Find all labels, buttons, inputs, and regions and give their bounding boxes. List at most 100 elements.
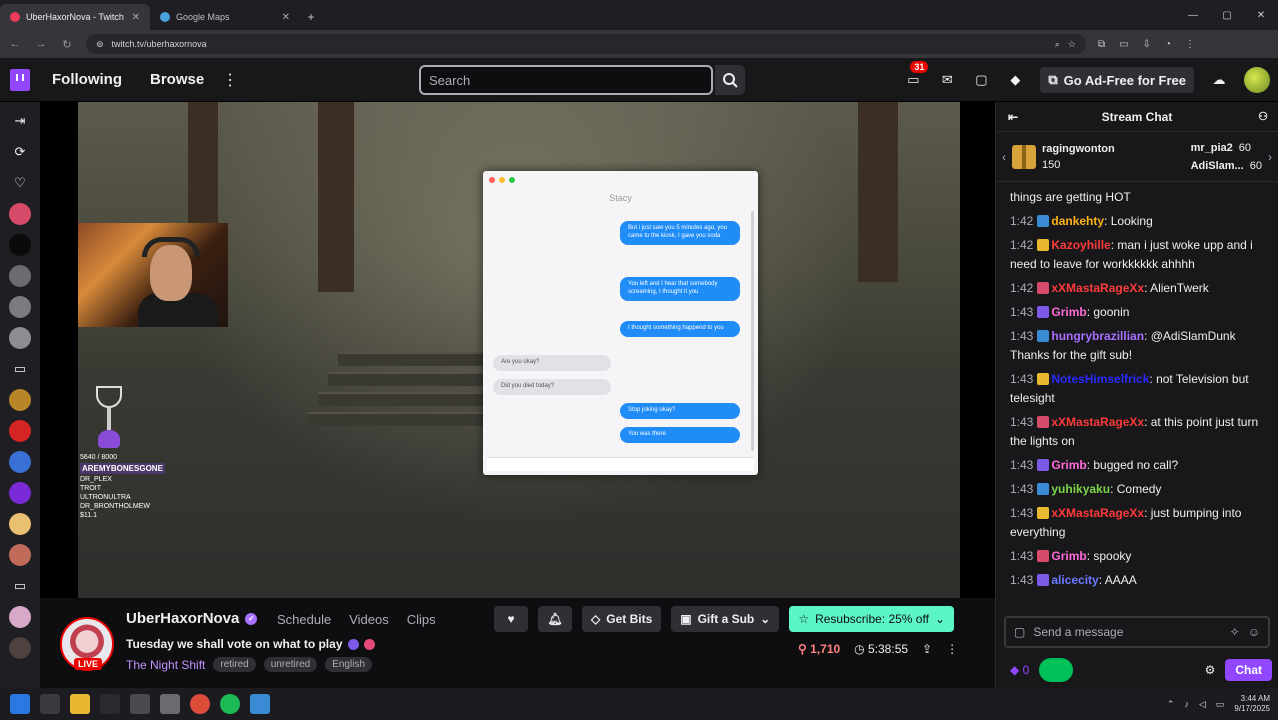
close-tab-icon[interactable]: ✕ <box>282 12 290 23</box>
crown-icon[interactable]: ☁ <box>1210 71 1228 89</box>
channel-points-balance[interactable]: ◆ 0 <box>1010 663 1029 677</box>
followed-channel-avatar[interactable] <box>9 606 31 628</box>
video-camera-icon[interactable]: ▭ <box>9 575 31 597</box>
followed-channel-avatar[interactable] <box>9 234 31 256</box>
nav-browse[interactable]: Browse <box>150 71 204 88</box>
spotify-icon[interactable] <box>220 694 240 714</box>
follow-heart-button[interactable]: ♥ <box>494 606 528 632</box>
chat-input[interactable]: ▢ Send a message ✧ ☺ <box>1004 616 1270 648</box>
followed-heart-icon[interactable]: ♡ <box>9 172 31 194</box>
chat-username[interactable]: yuhikyaku <box>1051 482 1110 496</box>
chat-username[interactable]: alicecity <box>1051 573 1098 587</box>
notifications-bell-button[interactable]: 🔔︎ <box>538 606 572 632</box>
chat-username[interactable]: Grimb <box>1051 305 1086 319</box>
network-icon[interactable]: ▭ <box>1216 699 1225 710</box>
leaderboard-user[interactable]: AdiSlam... <box>1191 160 1244 172</box>
downloads-icon[interactable]: ⇩ <box>1143 39 1151 50</box>
chat-username[interactable]: Kazoyhille <box>1051 238 1110 252</box>
search-button[interactable] <box>715 65 745 95</box>
app-icon[interactable] <box>130 694 150 714</box>
nav-following[interactable]: Following <box>52 71 122 88</box>
followed-channel-avatar[interactable] <box>9 389 31 411</box>
get-bits-button[interactable]: ◇ Get Bits <box>582 606 662 632</box>
leaderboard-user[interactable]: mr_pia2 <box>1191 142 1233 154</box>
chat-username[interactable]: Grimb <box>1051 458 1086 472</box>
close-window-icon[interactable]: ✕ <box>1244 0 1278 30</box>
minimize-icon[interactable]: — <box>1176 0 1210 30</box>
followed-channel-avatar[interactable] <box>9 637 31 659</box>
followed-channel-avatar[interactable] <box>9 296 31 318</box>
followed-channel-avatar[interactable] <box>9 203 31 225</box>
tray-chevron-icon[interactable]: ⌃ <box>1167 699 1175 710</box>
task-view-icon[interactable] <box>40 694 60 714</box>
followed-channel-avatar[interactable] <box>9 544 31 566</box>
extensions-icon[interactable]: ⧉ <box>1098 39 1105 50</box>
leaderboard-top-user[interactable]: ragingwonton <box>1042 143 1115 155</box>
chat-username[interactable]: dankehty <box>1051 214 1104 228</box>
tab-twitch[interactable]: UberHaxorNova - Twitch ✕ <box>0 4 150 30</box>
followed-channel-avatar[interactable] <box>9 420 31 442</box>
app-icon[interactable] <box>160 694 180 714</box>
whispers-icon[interactable]: ✉ <box>938 71 956 89</box>
file-explorer-icon[interactable] <box>70 694 90 714</box>
category-link[interactable]: The Night Shift <box>126 658 205 672</box>
reload-icon[interactable]: ↻ <box>60 38 74 51</box>
followed-channel-avatar[interactable] <box>9 327 31 349</box>
schedule-link[interactable]: Schedule <box>277 612 331 627</box>
chat-username[interactable]: NotesHimselfrick <box>1051 372 1149 386</box>
videos-link[interactable]: Videos <box>349 612 389 627</box>
back-icon[interactable]: ← <box>8 38 22 50</box>
chat-send-button[interactable]: Chat <box>1225 659 1272 681</box>
site-info-icon[interactable]: ⊜ <box>96 39 104 50</box>
claim-bonus-button[interactable] <box>1039 658 1074 682</box>
clock[interactable]: 3:44 AM 9/17/2025 <box>1234 694 1270 714</box>
video-camera-icon[interactable]: ▭ <box>9 358 31 380</box>
video-player[interactable]: 5640 / 8000 AREMYBONESGONE DR_PLEX TROIT… <box>40 102 995 598</box>
mic-icon[interactable]: ♪ <box>1184 699 1189 709</box>
notifications-icon[interactable]: ▭ 31 <box>904 61 929 89</box>
tag-chip[interactable]: unretired <box>263 657 318 672</box>
search-input[interactable]: Search <box>419 65 713 95</box>
resubscribe-button[interactable]: ☆ Resubscribe: 25% off ⌄ <box>789 606 954 632</box>
close-tab-icon[interactable]: ✕ <box>132 12 140 23</box>
app-icon[interactable] <box>100 694 120 714</box>
community-icon[interactable]: ⚇ <box>1258 110 1268 123</box>
clips-link[interactable]: Clips <box>407 612 436 627</box>
gift-sub-button[interactable]: ▣ Gift a Sub ⌄ <box>671 606 780 632</box>
messages-icon[interactable]: ▢ <box>972 71 990 89</box>
chat-username[interactable]: xXMastaRageXx <box>1051 506 1144 520</box>
followed-channel-avatar[interactable] <box>9 482 31 504</box>
chat-username[interactable]: hungrybrazillian <box>1051 329 1144 343</box>
zoom-icon[interactable]: ⌕ <box>1055 39 1060 50</box>
chrome-icon[interactable] <box>190 694 210 714</box>
user-avatar[interactable] <box>1244 67 1270 93</box>
chat-username[interactable]: xXMastaRageXx <box>1051 281 1144 295</box>
followed-channel-avatar[interactable] <box>9 451 31 473</box>
chat-username[interactable]: xXMastaRageXx <box>1051 415 1144 429</box>
bits-cheer-icon[interactable]: ✧ <box>1230 625 1240 639</box>
sidepanel-icon[interactable]: ▭ <box>1119 39 1128 50</box>
windows-start-icon[interactable] <box>10 694 30 714</box>
go-ad-free-button[interactable]: ⧉ Go Ad-Free for Free <box>1040 67 1194 93</box>
chat-username[interactable]: Grimb <box>1051 549 1086 563</box>
profile-icon[interactable]: ◔ <box>1165 39 1171 50</box>
bits-icon[interactable]: ◆ <box>1006 71 1024 89</box>
emote-picker-icon[interactable]: ☺ <box>1248 625 1260 639</box>
tag-chip[interactable]: English <box>325 657 373 672</box>
forward-icon[interactable]: → <box>34 38 48 50</box>
channel-points-icon[interactable]: ▢ <box>1014 625 1025 639</box>
followed-channel-avatar[interactable] <box>9 265 31 287</box>
chevron-left-icon[interactable]: ‹ <box>1002 150 1006 164</box>
chevron-right-icon[interactable]: › <box>1268 150 1272 164</box>
channel-name[interactable]: UberHaxorNova ✓ <box>126 610 258 627</box>
new-tab-button[interactable]: + <box>300 4 322 30</box>
volume-icon[interactable]: ◁ <box>1199 699 1206 710</box>
chat-settings-icon[interactable]: ⚙ <box>1205 663 1216 677</box>
recommended-icon[interactable]: ⟳ <box>9 141 31 163</box>
browser-menu-icon[interactable]: ⋮ <box>1185 39 1195 50</box>
more-menu-icon[interactable]: ⋮ <box>222 70 238 90</box>
tab-google-maps[interactable]: Google Maps ✕ <box>150 4 300 30</box>
tag-chip[interactable]: retired <box>213 657 256 672</box>
expand-sidebar-icon[interactable]: ⇥ <box>9 110 31 132</box>
share-icon[interactable]: ⇪ <box>922 642 932 656</box>
